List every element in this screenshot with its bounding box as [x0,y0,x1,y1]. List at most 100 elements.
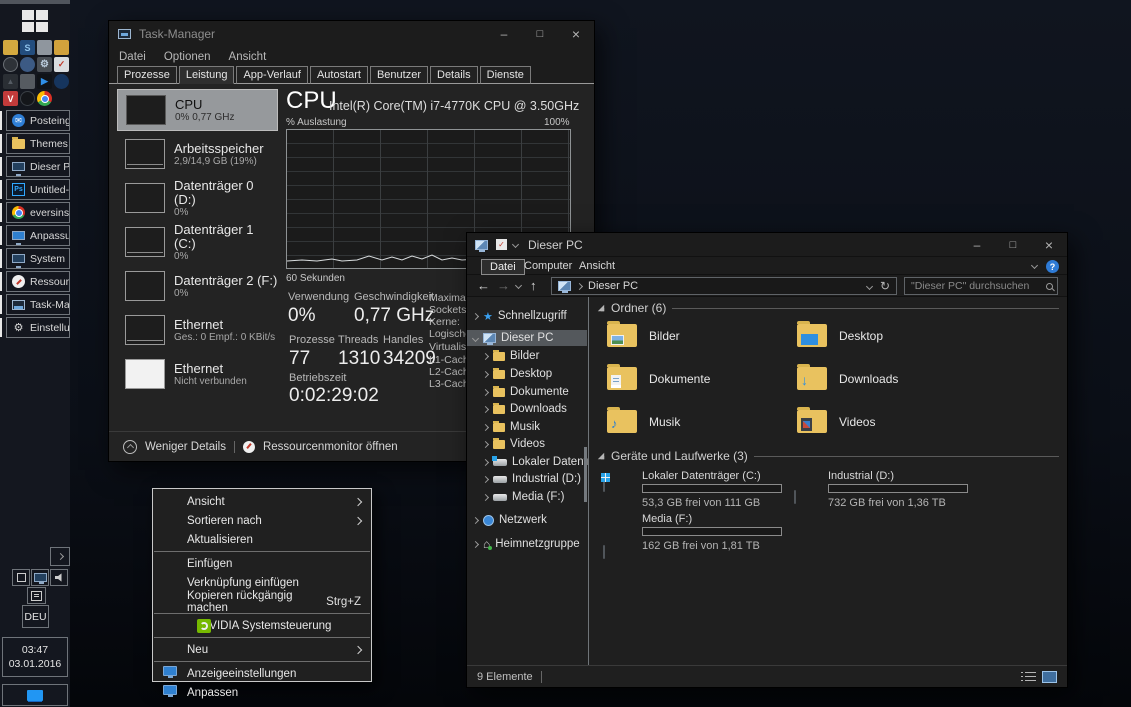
tree-item-videos[interactable]: Videos [481,436,588,452]
section-header-geraete[interactable]: Geräte und Laufwerke (3) [597,449,1059,463]
task-manager-titlebar[interactable]: Task-Manager [109,21,594,47]
taskbar-item-chrome[interactable]: eversins ... [0,202,70,223]
tree-item-downloads[interactable]: Downloads [481,401,588,417]
taskbar-item-dieser-pc[interactable]: Dieser PC [0,156,70,177]
forward-button[interactable]: → [497,278,510,293]
tab-autostart[interactable]: Autostart [309,66,368,84]
tree-item-heimnetzgruppe[interactable]: Heimnetzgruppe [471,536,588,552]
recent-locations-icon[interactable] [514,281,523,290]
folder-item-desktop[interactable]: Desktop [797,321,883,347]
menu-item-einfuegen[interactable]: Einfügen [153,554,371,573]
taskbar-item-mail[interactable]: Posteing... [0,110,70,131]
tab-prozesse[interactable]: Prozesse [117,66,177,84]
folder-item-downloads[interactable]: Downloads [797,364,898,390]
tab-benutzer[interactable]: Benutzer [369,66,428,84]
app-icon[interactable] [54,74,69,89]
resource-monitor-link[interactable]: Ressourcenmonitor öffnen [263,441,398,453]
taskbar-item-system[interactable]: System [0,248,70,269]
language-indicator[interactable]: DEU [22,605,49,628]
taskbar-item-photoshop[interactable]: Untitled-... [0,179,70,200]
app-icon[interactable] [20,74,35,89]
perf-item-cpu[interactable]: CPU 0% 0,77 GHz [117,89,278,131]
volume-tray-button[interactable] [50,569,68,586]
search-box[interactable] [904,277,1058,295]
chrome-icon[interactable] [37,91,52,106]
menu-item-kopieren-rueckgaengig[interactable]: Kopieren rückgängig machen Strg+Z [153,590,371,614]
menu-item-anzeigeeinstellungen[interactable]: Anzeigeeinstellungen [153,664,371,683]
perf-item-disk1[interactable]: Datenträger 1 (C:) 0% [117,221,278,263]
refresh-icon[interactable] [880,279,890,293]
show-hidden-icons-button[interactable] [50,547,70,566]
ribbon-expand-icon[interactable] [1030,261,1039,270]
menu-ansicht[interactable]: Ansicht [229,51,267,63]
menu-item-anpassen[interactable]: Anpassen [153,683,371,702]
tree-item-industrial[interactable]: Industrial (D:) [481,471,588,487]
taskbar-item-einstellungen[interactable]: Einstellu... [0,317,70,338]
qat-dropdown-icon[interactable] [511,240,520,249]
menu-datei[interactable]: Datei [119,51,146,63]
network-tray-button[interactable] [31,569,49,586]
address-bar[interactable]: Dieser PC [551,277,897,295]
menu-item-aktualisieren[interactable]: Aktualisieren [153,530,371,549]
folder-item-videos[interactable]: Videos [797,407,875,433]
tree-item-netzwerk[interactable]: Netzwerk [471,512,588,528]
settings-icon[interactable] [37,57,52,72]
back-button[interactable]: ← [477,278,490,293]
details-view-icon[interactable] [1021,671,1036,683]
perf-item-disk0[interactable]: Datenträger 0 (D:) 0% [117,177,278,219]
tree-item-dieser-pc[interactable]: Dieser PC [467,330,587,346]
menu-optionen[interactable]: Optionen [164,51,211,63]
search-input[interactable] [911,280,1046,292]
menu-item-ansicht[interactable]: Ansicht [153,492,371,511]
help-icon[interactable] [1046,260,1059,273]
tab-details[interactable]: Details [430,66,478,84]
tree-item-lokaler-datentraeger[interactable]: Lokaler Datenträger (C:) [481,454,588,470]
large-icons-view-icon[interactable] [1042,670,1057,683]
perf-item-ethernet-2[interactable]: Ethernet Nicht verbunden [117,353,278,395]
folder-icon[interactable] [54,40,69,55]
show-desktop-button[interactable] [2,684,68,706]
folder-item-dokumente[interactable]: Dokumente [607,364,710,390]
taskbar-item-themes[interactable]: Themes [0,133,70,154]
properties-icon[interactable] [496,239,507,250]
app-icon[interactable] [3,57,18,72]
minimize-button[interactable] [959,233,995,256]
clock[interactable]: 03:47 03.01.2016 [2,637,68,677]
app-icon[interactable] [3,74,18,89]
start-button[interactable] [22,10,50,34]
perf-item-memory[interactable]: Arbeitsspeicher 2,9/14,9 GB (19%) [117,133,278,175]
menu-item-sortieren-nach[interactable]: Sortieren nach [153,511,371,530]
tray-app-button[interactable] [12,569,30,586]
section-header-ordner[interactable]: Ordner (6) [597,301,1059,315]
app-icon[interactable] [37,40,52,55]
browser-icon[interactable] [20,57,35,72]
vivaldi-icon[interactable] [3,91,18,106]
close-button[interactable] [1031,233,1067,256]
tree-item-musik[interactable]: Musik [481,419,588,435]
steam-icon[interactable] [20,91,35,106]
weniger-details-button[interactable]: Weniger Details [145,441,226,453]
folder-icon[interactable] [3,40,18,55]
mail-app-icon[interactable] [54,57,69,72]
maximize-button[interactable] [522,21,558,47]
tree-item-schnellzugriff[interactable]: Schnellzugriff [471,308,588,324]
tree-item-dokumente[interactable]: Dokumente [481,384,588,400]
ribbon-tab-datei[interactable]: Datei [481,259,525,275]
menu-item-neu[interactable]: Neu [153,640,371,659]
ribbon-tab-ansicht[interactable]: Ansicht [579,260,615,272]
taskbar-item-ressourcenmonitor[interactable]: Ressourc... [0,271,70,292]
tree-item-media[interactable]: Media (F:) [481,489,588,505]
up-button[interactable]: ↑ [530,278,537,293]
close-button[interactable] [558,21,594,47]
perf-item-disk2[interactable]: Datenträger 2 (F:) 0% [117,265,278,307]
tab-app-verlauf[interactable]: App-Verlauf [236,66,308,84]
taskbar-item-task-manager[interactable]: Task-Ma... [0,294,70,315]
minimize-button[interactable] [486,21,522,47]
folder-item-musik[interactable]: Musik [607,407,680,433]
tab-dienste[interactable]: Dienste [479,66,531,84]
explorer-titlebar[interactable]: Dieser PC [467,233,1067,257]
tree-item-bilder[interactable]: Bilder [481,348,588,364]
folder-item-bilder[interactable]: Bilder [607,321,680,347]
ribbon-tab-computer[interactable]: Computer [524,260,572,272]
perf-item-ethernet[interactable]: Ethernet Ges.: 0 Empf.: 0 KBit/s [117,309,278,351]
